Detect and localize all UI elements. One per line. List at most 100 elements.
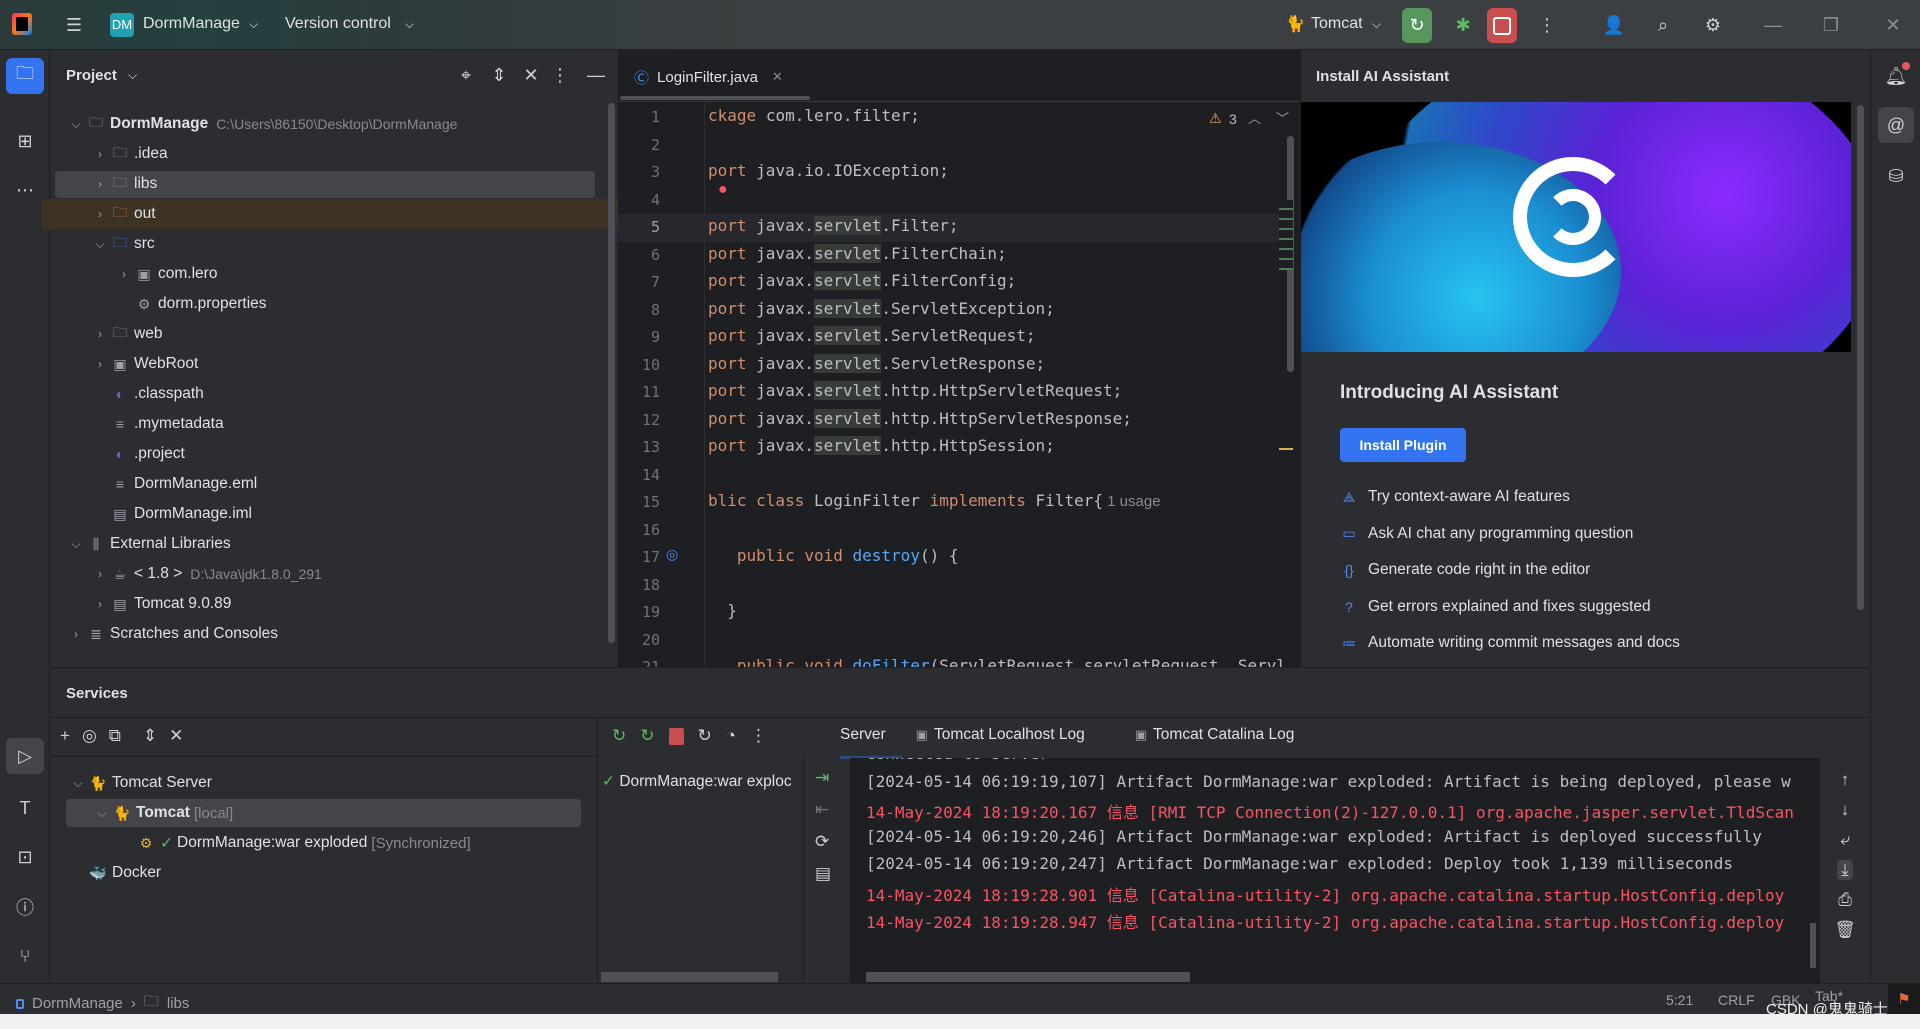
tree-item[interactable]: › 🗀 libs	[90, 169, 157, 199]
expand-all-icon[interactable]: ⇕	[488, 64, 510, 86]
tree-item[interactable]: › ☕ < 1.8 > D:\Java\jdk1.8.0_291	[90, 559, 322, 589]
tree-item[interactable]: › ▣ com.lero	[114, 259, 217, 289]
console-v-scrollbar[interactable]	[1810, 923, 1816, 968]
breadcrumb-project[interactable]: DormManage	[32, 995, 123, 1012]
search-icon[interactable]: ⌕	[1650, 12, 1676, 38]
tree-item[interactable]: › 🗀 web	[90, 319, 162, 349]
rerun-button[interactable]: ↻	[1402, 8, 1432, 43]
restore-icon[interactable]: ❐	[1818, 12, 1844, 38]
deployment-scrollbar[interactable]	[601, 972, 778, 982]
print-icon[interactable]: ⎙	[1838, 890, 1852, 910]
clear-trash-icon[interactable]: 🗑︎	[1834, 920, 1856, 940]
chevron-right-icon[interactable]: ›	[66, 627, 86, 641]
add-service-icon[interactable]: +	[60, 726, 70, 746]
editor-tab[interactable]: Ⓒ LoginFilter.java ✕	[634, 60, 784, 94]
locate-icon[interactable]: ⌖	[455, 64, 477, 86]
more-actions-icon[interactable]: ⋮	[1537, 12, 1557, 38]
soft-wrap-icon[interactable]: ⤶	[1840, 830, 1850, 850]
debug-rerun-icon[interactable]: ↻	[640, 726, 654, 746]
tree-item[interactable]: › 🗀 .idea	[90, 139, 168, 169]
chevron-right-icon[interactable]: ›	[90, 147, 110, 161]
lightbulb-error-icon[interactable]: ●	[718, 181, 728, 199]
tree-item[interactable]: ⌵ 🗀 DormManage C:\Users\86150\Desktop\DormM…	[66, 109, 457, 139]
minimize-icon[interactable]: —	[1760, 12, 1786, 38]
undeploy-icon[interactable]: ⇤	[815, 800, 831, 820]
stop-button[interactable]	[1487, 8, 1517, 43]
refresh-icon[interactable]: ⟳	[815, 832, 831, 852]
chevron-down-icon[interactable]: ⌵	[92, 806, 112, 821]
deployment-item[interactable]: ✓ DormManage:war exploc	[602, 772, 802, 791]
database-icon[interactable]: ⛁	[1878, 158, 1914, 194]
tree-item[interactable]: ⌵ ⫼ External Libraries	[66, 529, 230, 559]
project-selector[interactable]: DormManage	[143, 15, 240, 33]
project-panel-title[interactable]: Project	[66, 67, 117, 84]
tree-item[interactable]: ≡ .mymetadata	[90, 409, 224, 439]
scroll-up-icon[interactable]: ↑	[1841, 770, 1850, 790]
services-icon[interactable]: ▷	[6, 738, 44, 774]
tree-item[interactable]: ◐ .classpath	[90, 379, 204, 409]
output-tab[interactable]: ▣ Tomcat Catalina Log	[1135, 726, 1295, 744]
output-tab[interactable]: Server	[840, 726, 886, 744]
chevron-right-icon[interactable]: ›	[90, 597, 110, 611]
tree-item[interactable]: ≡ DormManage.eml	[90, 469, 257, 499]
tree-item[interactable]: ⚙ dorm.properties	[114, 289, 267, 319]
chevron-right-icon[interactable]: ›	[90, 327, 110, 341]
scroll-down-icon[interactable]: ↓	[1841, 800, 1850, 820]
tree-item[interactable]: › ▣ WebRoot	[90, 349, 198, 379]
view-options-icon[interactable]: ◎	[82, 726, 97, 746]
tree-item[interactable]: › ▤ Tomcat 9.0.89	[90, 589, 231, 619]
chevron-right-icon[interactable]: ›	[90, 357, 110, 371]
output-tab[interactable]: ▣ Tomcat Localhost Log	[916, 726, 1085, 744]
update-icon[interactable]: ↻	[698, 726, 712, 746]
line-separator[interactable]: CRLF	[1718, 992, 1755, 1008]
ai-panel-scrollbar[interactable]	[1857, 105, 1864, 610]
tree-item[interactable]: › 🗀 out	[90, 199, 156, 229]
chevron-down-icon[interactable]: ⌵	[66, 117, 86, 132]
rerun-icon[interactable]: ↻	[612, 726, 626, 746]
service-item[interactable]: ⌵ 🐈 Tomcat Server	[68, 768, 211, 798]
chevron-down-icon[interactable]: ⌵	[68, 776, 88, 791]
stop-icon[interactable]	[668, 728, 684, 745]
collapse-all-icon[interactable]: ✕	[520, 64, 542, 86]
project-badge[interactable]: DM	[110, 13, 134, 37]
chevron-right-icon[interactable]: ›	[90, 207, 110, 221]
service-item[interactable]: ⌵ 🐈 Tomcat [local]	[92, 798, 233, 828]
gear-icon[interactable]: ⚙	[1700, 12, 1726, 38]
open-browser-icon[interactable]: ▤	[815, 864, 831, 884]
service-item[interactable]: 🐳 Docker	[68, 858, 161, 888]
more-tools-icon[interactable]: ⋯	[6, 172, 44, 208]
terminal-icon[interactable]: ⊡	[6, 839, 44, 875]
tree-item[interactable]: ◐ .project	[90, 439, 185, 469]
service-item[interactable]: ⚙ ✓ DormManage:war exploded [Synchronized]	[116, 828, 471, 858]
scroll-to-end-icon[interactable]: ⤓	[1837, 860, 1853, 880]
structure-icon[interactable]: ⊞	[6, 123, 44, 159]
close-tab-icon[interactable]: ✕	[772, 69, 783, 85]
debug-icon[interactable]: ✱	[1450, 12, 1476, 38]
new-group-icon[interactable]: ⧉	[109, 726, 121, 746]
warning-count[interactable]: 3	[1229, 111, 1237, 127]
chevron-right-icon[interactable]: ›	[114, 267, 134, 281]
flag-icon[interactable]: ⚑	[1888, 984, 1920, 1015]
git-icon[interactable]: ⑂	[6, 938, 44, 974]
tree-item[interactable]: ▤ DormManage.iml	[90, 499, 252, 529]
console-h-scrollbar[interactable]	[866, 972, 1190, 982]
options-icon[interactable]: ⋮	[550, 64, 570, 86]
add-user-icon[interactable]: 👤	[1601, 12, 1627, 38]
console-output[interactable]: Connected to server [2024-05-14 06:19:19,…	[850, 758, 1820, 984]
override-icon[interactable]: ◎	[666, 546, 678, 563]
cursor-position[interactable]: 5:21	[1666, 992, 1693, 1008]
chevron-down-icon[interactable]: ⌵	[66, 537, 86, 552]
split-divider[interactable]	[597, 718, 598, 984]
hide-panel-icon[interactable]: —	[585, 64, 607, 86]
chevron-right-icon[interactable]: ›	[90, 567, 110, 581]
warning-icon[interactable]: ⚠	[1209, 110, 1222, 127]
install-plugin-button[interactable]: Install Plugin	[1340, 428, 1466, 462]
more-icon[interactable]: ⋮	[750, 726, 767, 746]
chevron-right-icon[interactable]: ›	[90, 177, 110, 191]
deploy-icon[interactable]: ⇥	[815, 768, 831, 788]
run-config-selector[interactable]: Tomcat	[1311, 15, 1363, 33]
project-folder-icon[interactable]: 🗀	[6, 58, 44, 94]
build-hammer-icon[interactable]: T	[6, 790, 44, 826]
next-highlight-icon[interactable]: ﹀	[1276, 108, 1289, 127]
breadcrumb-folder[interactable]: libs	[167, 995, 190, 1012]
